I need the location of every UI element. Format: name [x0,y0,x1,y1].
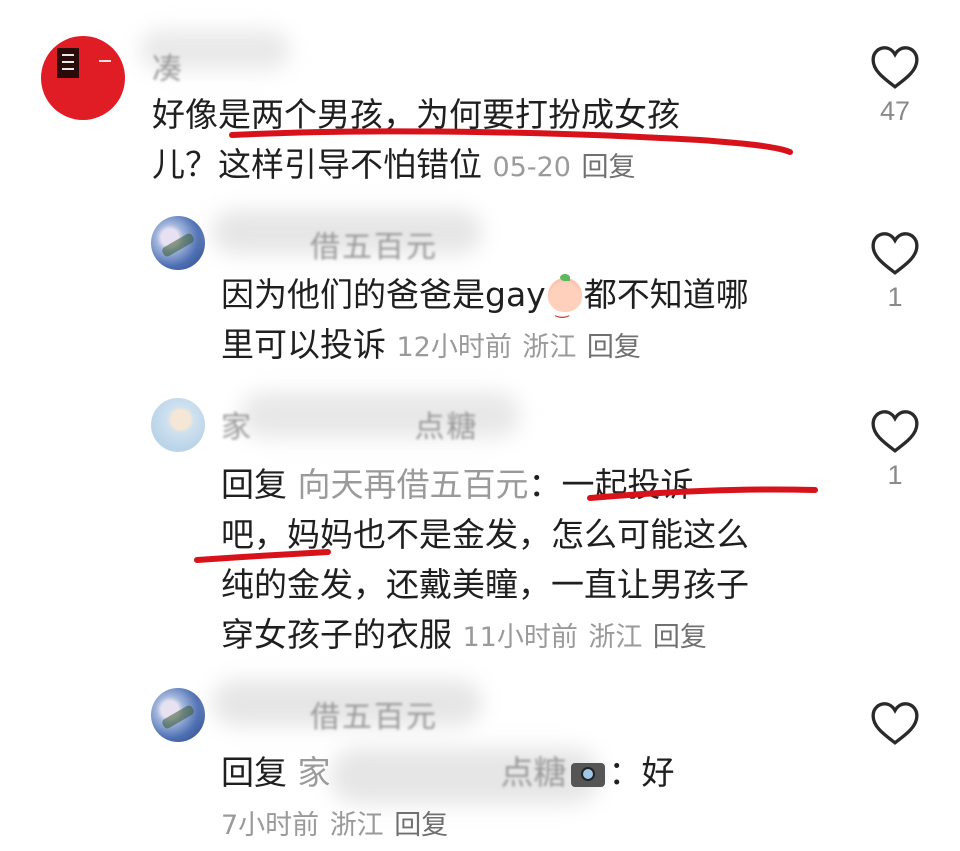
reply-button[interactable]: 回复 [653,622,707,653]
comment-line: 吧，妈妈也不是金发，怎么可能这么 [221,515,749,554]
comment-text: 好像是两个男孩，为何要打扮成女孩 儿？这样引导不怕错位 05-20 回复 [152,90,680,193]
avatar[interactable] [151,688,205,742]
like-button[interactable]: 1 [865,230,925,313]
comment-text: 回复 向天再借五百元：一起投诉 吧，妈妈也不是金发，怎么可能这么 纯的金发，还戴… [221,460,749,663]
reply-button[interactable]: 回复 [394,810,448,841]
avatar[interactable] [41,36,125,120]
comment-line: 纯的金发，还戴美瞳，一直让男孩子 [221,565,749,604]
like-count: 1 [887,460,903,490]
comment-location: 浙江 [522,332,577,363]
comment-text: 回复 家 点糖 ：好 7小时前 浙江 回复 [221,748,675,851]
comment-line: 都不知道哪 [583,275,749,314]
username[interactable]: 借五百元 [310,692,438,736]
comment-line: 穿女孩子的衣服 [221,615,452,654]
like-count: 47 [879,96,911,126]
comment-time: 7小时前 [221,810,320,841]
username[interactable]: 家 点糖 [221,402,479,446]
comment-time: 11小时前 [462,622,578,653]
username[interactable]: 凑 [152,44,184,88]
like-button[interactable]: 47 [865,44,925,127]
avatar-door-graphic [57,48,79,78]
username-end: 点糖 [414,410,479,445]
comment-line: ：好 [608,753,675,792]
reply-button[interactable]: 回复 [581,152,635,183]
comment-line: ：一起投诉 [528,465,694,504]
heart-icon [871,410,919,453]
like-count: 1 [887,282,903,312]
username-start: 家 [221,410,253,445]
comment-line: 儿？这样引导不怕错位 [152,145,482,184]
like-button[interactable] [865,700,925,746]
comment-line: 因为他们的爸爸是gay [221,275,546,314]
peach-face-emoji-icon [547,274,582,334]
heart-icon [871,46,919,89]
like-button[interactable]: 1 [865,408,925,491]
comment-location: 浙江 [588,622,643,653]
comment-line: 好像是两个男孩，为何要打扮成女孩 [152,95,680,134]
heart-icon [871,702,919,745]
avatar[interactable] [151,398,205,452]
avatar[interactable] [151,216,205,270]
camera-emoji-icon [570,763,605,787]
comment-text: 因为他们的爸爸是gay 都不知道哪 里可以投诉 12小时前 浙江 回复 [221,270,749,373]
reply-to-end: 点糖 [500,753,567,792]
reply-to-user[interactable]: 向天再借五百元 [298,465,529,504]
comment-line: 里可以投诉 [221,325,386,364]
reply-prefix: 回复 [221,753,287,792]
reply-to-user[interactable]: 家 点糖 [298,753,567,792]
reply-prefix: 回复 [221,465,287,504]
avatar-dash [99,60,111,62]
reply-button[interactable]: 回复 [587,332,641,363]
comment-date: 05-20 [492,152,571,183]
comment-location: 浙江 [329,810,384,841]
reply-to-start: 家 [297,753,331,792]
username[interactable]: 借五百元 [310,222,438,266]
heart-icon [871,232,919,275]
comment-time: 12小时前 [396,332,512,363]
